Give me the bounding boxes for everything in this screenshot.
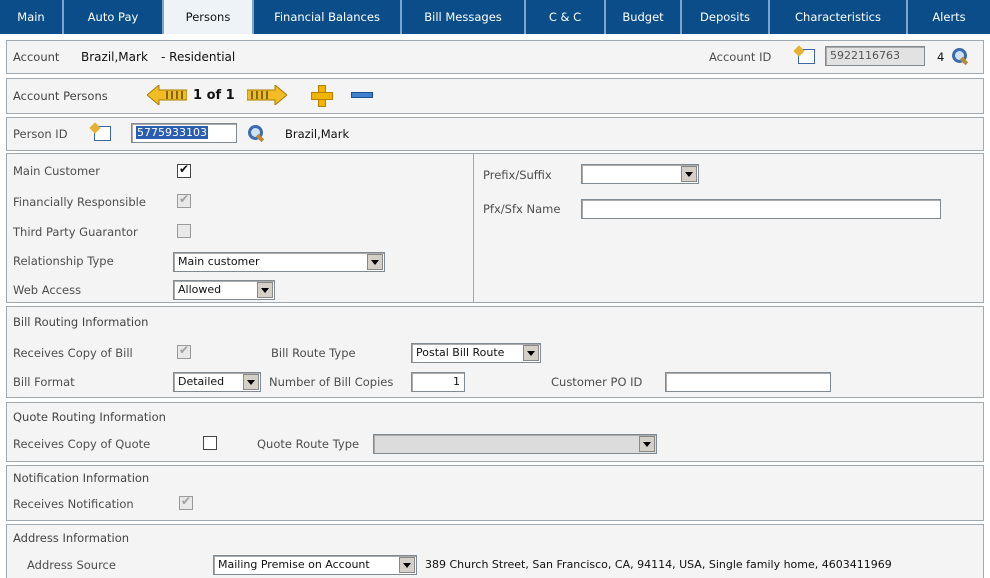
relationship-type-select[interactable]: Main customer bbox=[173, 252, 385, 272]
receives-notification-label: Receives Notification bbox=[13, 497, 134, 511]
web-access-label: Web Access bbox=[13, 283, 82, 297]
bill-copies-label: Number of Bill Copies bbox=[269, 375, 394, 389]
pfx-sfx-name-field[interactable] bbox=[581, 199, 941, 219]
account-persons-bar: Account Persons 1 of 1 bbox=[6, 78, 984, 114]
account-check-digit: 4 bbox=[937, 50, 945, 64]
tab-auto-pay[interactable]: Auto Pay bbox=[64, 0, 164, 34]
account-persons-label: Account Persons bbox=[13, 89, 108, 103]
tab-financial-balances[interactable]: Financial Balances bbox=[254, 0, 402, 34]
address-section: Address Information Address Source Maili… bbox=[6, 524, 984, 578]
address-source-value: Mailing Premise on Account bbox=[218, 558, 370, 571]
receives-copy-quote-checkbox[interactable] bbox=[203, 436, 217, 450]
account-id-field[interactable]: 5922116763 bbox=[825, 46, 925, 66]
person-id-label: Person ID bbox=[13, 127, 68, 141]
id-card-icon[interactable] bbox=[91, 124, 111, 142]
address-source-select[interactable]: Mailing Premise on Account bbox=[213, 555, 417, 575]
dropdown-arrow-icon[interactable] bbox=[681, 166, 697, 182]
bill-format-value: Detailed bbox=[178, 375, 225, 388]
bill-route-type-value: Postal Bill Route bbox=[416, 346, 505, 359]
dropdown-arrow-icon[interactable] bbox=[523, 345, 539, 361]
bill-format-label: Bill Format bbox=[13, 375, 75, 389]
receives-notification-checkbox[interactable] bbox=[179, 494, 193, 510]
quote-routing-title: Quote Routing Information bbox=[13, 410, 166, 424]
bill-route-type-label: Bill Route Type bbox=[271, 346, 356, 360]
tab-deposits[interactable]: Deposits bbox=[682, 0, 770, 34]
account-label: Account bbox=[13, 50, 60, 64]
remove-icon[interactable] bbox=[351, 92, 373, 98]
person-id-value: 5775933103 bbox=[136, 126, 208, 139]
receives-copy-bill-checkbox[interactable] bbox=[177, 343, 191, 359]
bill-routing-title: Bill Routing Information bbox=[13, 315, 149, 329]
person-details: Main Customer Financially Responsible Th… bbox=[6, 153, 984, 303]
search-icon[interactable] bbox=[247, 124, 265, 142]
prev-arrow-icon[interactable] bbox=[147, 85, 187, 105]
person-id-row: Person ID 5775933103 Brazil,Mark bbox=[6, 117, 984, 151]
bill-route-type-select[interactable]: Postal Bill Route bbox=[411, 343, 541, 363]
tab-characteristics[interactable]: Characteristics bbox=[770, 0, 908, 34]
quote-route-type-select[interactable] bbox=[373, 434, 657, 454]
notification-section: Notification Information Receives Notifi… bbox=[6, 465, 984, 521]
person-name: Brazil,Mark bbox=[285, 127, 350, 141]
bill-format-select[interactable]: Detailed bbox=[173, 372, 261, 392]
tab-alerts[interactable]: Alerts bbox=[908, 0, 990, 34]
quote-routing-section: Quote Routing Information Receives Copy … bbox=[6, 402, 984, 462]
relationship-type-value: Main customer bbox=[178, 255, 260, 268]
dropdown-arrow-icon[interactable] bbox=[399, 557, 415, 573]
receives-copy-quote-label: Receives Copy of Quote bbox=[13, 437, 151, 451]
tab-persons[interactable]: Persons bbox=[164, 0, 254, 34]
bill-copies-field[interactable]: 1 bbox=[411, 372, 465, 392]
dropdown-arrow-icon[interactable] bbox=[639, 436, 655, 452]
search-icon[interactable] bbox=[951, 47, 969, 65]
receives-copy-bill-label: Receives Copy of Bill bbox=[13, 346, 133, 360]
id-card-icon[interactable] bbox=[795, 47, 815, 65]
customer-po-field[interactable] bbox=[665, 372, 831, 392]
prefix-suffix-select[interactable] bbox=[581, 164, 699, 184]
address-source-label: Address Source bbox=[27, 558, 116, 572]
address-title: Address Information bbox=[13, 531, 130, 545]
account-id-label: Account ID bbox=[709, 50, 772, 64]
account-type: - Residential bbox=[161, 50, 236, 64]
relationship-type-label: Relationship Type bbox=[13, 254, 114, 268]
notification-title: Notification Information bbox=[13, 471, 150, 485]
account-name: Brazil,Mark bbox=[81, 50, 148, 64]
tab-budget[interactable]: Budget bbox=[606, 0, 682, 34]
pfx-sfx-name-label: Pfx/Sfx Name bbox=[483, 202, 561, 216]
web-access-select[interactable]: Allowed bbox=[173, 280, 275, 300]
web-access-value: Allowed bbox=[178, 283, 222, 296]
person-id-field[interactable]: 5775933103 bbox=[131, 123, 237, 143]
prefix-suffix-label: Prefix/Suffix bbox=[483, 168, 552, 182]
account-header: Account Brazil,Mark - Residential Accoun… bbox=[6, 40, 984, 74]
financially-responsible-label: Financially Responsible bbox=[13, 195, 146, 209]
main-customer-label: Main Customer bbox=[13, 164, 100, 178]
add-icon[interactable] bbox=[311, 85, 333, 107]
dropdown-arrow-icon[interactable] bbox=[257, 282, 273, 298]
pager-text: 1 of 1 bbox=[193, 88, 235, 103]
address-text: 389 Church Street, San Francisco, CA, 94… bbox=[425, 558, 892, 571]
bill-routing-section: Bill Routing Information Receives Copy o… bbox=[6, 306, 984, 398]
customer-po-label: Customer PO ID bbox=[551, 375, 643, 389]
financially-responsible-checkbox[interactable] bbox=[177, 192, 191, 208]
tab-c-and-c[interactable]: C & C bbox=[526, 0, 606, 34]
tab-main[interactable]: Main bbox=[0, 0, 64, 34]
tab-bill-messages[interactable]: Bill Messages bbox=[402, 0, 526, 34]
next-arrow-icon[interactable] bbox=[247, 85, 287, 105]
main-customer-checkbox[interactable] bbox=[177, 162, 191, 178]
dropdown-arrow-icon[interactable] bbox=[367, 254, 383, 270]
quote-route-type-label: Quote Route Type bbox=[257, 437, 360, 451]
third-party-label: Third Party Guarantor bbox=[13, 225, 138, 239]
third-party-checkbox[interactable] bbox=[177, 224, 191, 238]
tab-bar: Main Auto Pay Persons Financial Balances… bbox=[0, 0, 990, 34]
dropdown-arrow-icon[interactable] bbox=[243, 374, 259, 390]
column-divider bbox=[473, 154, 474, 302]
